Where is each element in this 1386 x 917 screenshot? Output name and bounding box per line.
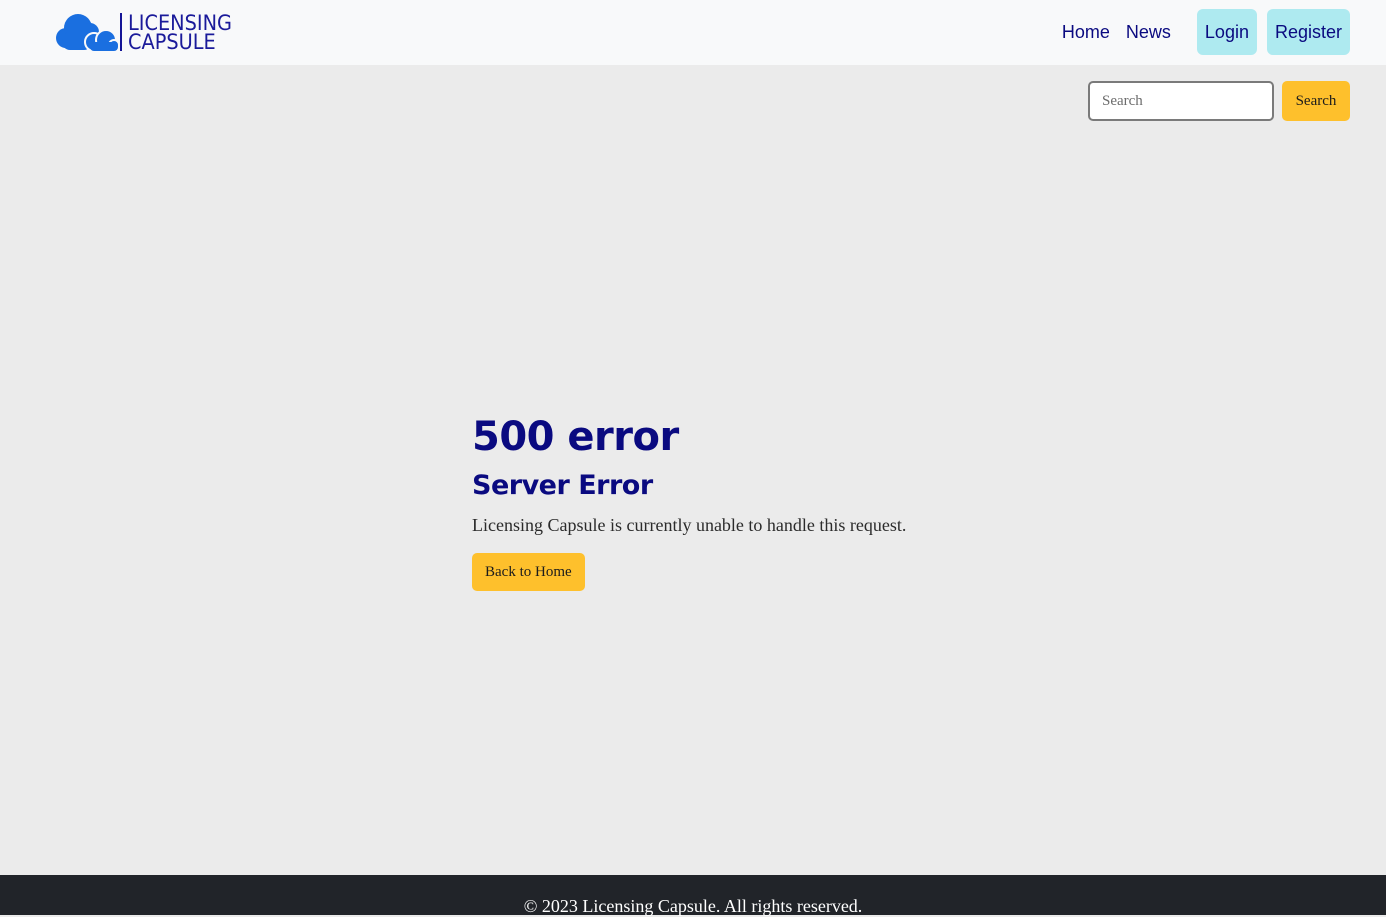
register-button[interactable]: Register (1266, 9, 1350, 55)
navbar: LICENSING CAPSULE Home News Login Regist… (0, 0, 1386, 65)
search-button[interactable]: Search (1282, 81, 1350, 121)
cloud-icon (56, 14, 120, 52)
error-title: Server Error (472, 470, 653, 501)
back-to-home-button[interactable]: Back to Home (472, 553, 585, 591)
nav-news-link[interactable]: News (1118, 9, 1179, 55)
error-code-heading: 500 error (472, 414, 679, 460)
error-message: Licensing Capsule is currently unable to… (472, 515, 907, 535)
error-section: 500 error Server Error Licensing Capsule… (472, 412, 992, 591)
nav-links: Home News Login Register (1054, 9, 1350, 55)
search-bar: Search (1088, 81, 1350, 121)
search-input[interactable] (1088, 81, 1274, 121)
login-button[interactable]: Login (1196, 9, 1257, 55)
footer-copyright: © 2023 Licensing Capsule. All rights res… (523, 896, 863, 916)
nav-home-link[interactable]: Home (1054, 9, 1118, 55)
brand-logo[interactable]: LICENSING CAPSULE (54, 10, 254, 54)
logo-text-line2: CAPSULE (128, 30, 216, 54)
footer: © 2023 Licensing Capsule. All rights res… (0, 875, 1386, 916)
logo-divider (120, 13, 122, 51)
